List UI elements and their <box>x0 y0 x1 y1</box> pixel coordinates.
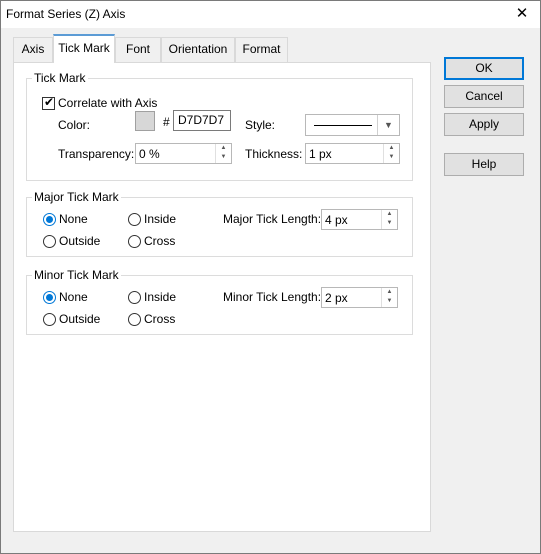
up-arrow-icon[interactable]: ▲ <box>384 144 399 153</box>
color-hex-input[interactable]: D7D7D7 <box>173 110 231 131</box>
major-length-value: 4 px <box>325 213 348 227</box>
style-label: Style: <box>245 118 276 132</box>
major-cross-radio[interactable] <box>128 235 141 248</box>
minor-length-spinner[interactable]: 2 px ▲ ▼ <box>321 287 398 308</box>
up-arrow-icon[interactable]: ▲ <box>216 144 231 153</box>
minor-inside-label: Inside <box>144 290 177 304</box>
correlate-checkbox[interactable]: ✔ <box>42 95 55 110</box>
tick-mark-panel: Tick Mark ✔ Correlate with Axis Color: #… <box>13 62 431 532</box>
checkmark-icon: ✔ <box>44 95 55 109</box>
apply-button[interactable]: Apply <box>444 113 524 136</box>
tick-mark-group: Tick Mark ✔ Correlate with Axis Color: #… <box>26 71 413 181</box>
major-tick-group: Major Tick Mark None Inside Outside Cros… <box>26 190 413 257</box>
major-none-radio[interactable] <box>43 213 56 226</box>
title-bar: Format Series (Z) Axis ✕ <box>1 1 540 28</box>
minor-length-label: Minor Tick Length: <box>223 290 322 304</box>
tab-tick-mark[interactable]: Tick Mark <box>53 34 115 63</box>
major-none-label: None <box>59 212 88 226</box>
major-inside-radio[interactable] <box>128 213 141 226</box>
minor-length-value: 2 px <box>325 291 348 305</box>
line-style-select[interactable]: ▼ <box>305 114 400 136</box>
thickness-label: Thickness: <box>245 147 303 161</box>
up-arrow-icon[interactable]: ▲ <box>382 288 397 297</box>
help-button[interactable]: Help <box>444 153 524 176</box>
spinner-arrows[interactable]: ▲ ▼ <box>215 144 231 163</box>
thickness-spinner[interactable]: 1 px ▲ ▼ <box>305 143 400 164</box>
down-arrow-icon[interactable]: ▼ <box>384 153 399 162</box>
minor-cross-label: Cross <box>144 312 176 326</box>
major-tick-group-title: Major Tick Mark <box>32 190 121 204</box>
down-arrow-icon[interactable]: ▼ <box>382 297 397 306</box>
hash-label: # <box>163 115 170 129</box>
close-icon[interactable]: ✕ <box>510 3 534 25</box>
down-arrow-icon[interactable]: ▼ <box>382 219 397 228</box>
major-cross-label: Cross <box>144 234 176 248</box>
major-length-label: Major Tick Length: <box>223 212 322 226</box>
ok-button[interactable]: OK <box>444 57 524 80</box>
minor-none-radio[interactable] <box>43 291 56 304</box>
minor-outside-radio[interactable] <box>43 313 56 326</box>
major-inside-label: Inside <box>144 212 177 226</box>
minor-cross-radio[interactable] <box>128 313 141 326</box>
dialog-title: Format Series (Z) Axis <box>6 7 126 21</box>
thickness-value: 1 px <box>309 147 332 161</box>
down-arrow-icon[interactable]: ▼ <box>216 153 231 162</box>
transparency-spinner[interactable]: 0 % ▲ ▼ <box>135 143 232 164</box>
correlate-label: Correlate with Axis <box>58 96 158 110</box>
dropdown-arrow-icon: ▼ <box>377 115 399 135</box>
tab-format[interactable]: Format <box>235 37 288 62</box>
color-label: Color: <box>58 118 91 132</box>
tab-font[interactable]: Font <box>115 37 161 62</box>
major-length-spinner[interactable]: 4 px ▲ ▼ <box>321 209 398 230</box>
minor-inside-radio[interactable] <box>128 291 141 304</box>
minor-tick-group: Minor Tick Mark None Inside Outside Cros… <box>26 268 413 335</box>
major-outside-label: Outside <box>59 234 101 248</box>
minor-tick-group-title: Minor Tick Mark <box>32 268 121 282</box>
tab-axis[interactable]: Axis <box>13 37 53 62</box>
spinner-arrows[interactable]: ▲ ▼ <box>383 144 399 163</box>
spinner-arrows[interactable]: ▲ ▼ <box>381 288 397 307</box>
tick-mark-group-title: Tick Mark <box>32 71 88 85</box>
tab-orientation[interactable]: Orientation <box>161 37 235 62</box>
line-style-preview <box>314 125 372 126</box>
major-outside-radio[interactable] <box>43 235 56 248</box>
color-swatch[interactable] <box>135 111 155 131</box>
transparency-value: 0 % <box>139 147 160 161</box>
cancel-button[interactable]: Cancel <box>444 85 524 108</box>
format-series-dialog: Format Series (Z) Axis ✕ Axis Tick Mark … <box>0 0 541 554</box>
up-arrow-icon[interactable]: ▲ <box>382 210 397 219</box>
transparency-label: Transparency: <box>58 147 135 161</box>
spinner-arrows[interactable]: ▲ ▼ <box>381 210 397 229</box>
minor-outside-label: Outside <box>59 312 101 326</box>
minor-none-label: None <box>59 290 88 304</box>
